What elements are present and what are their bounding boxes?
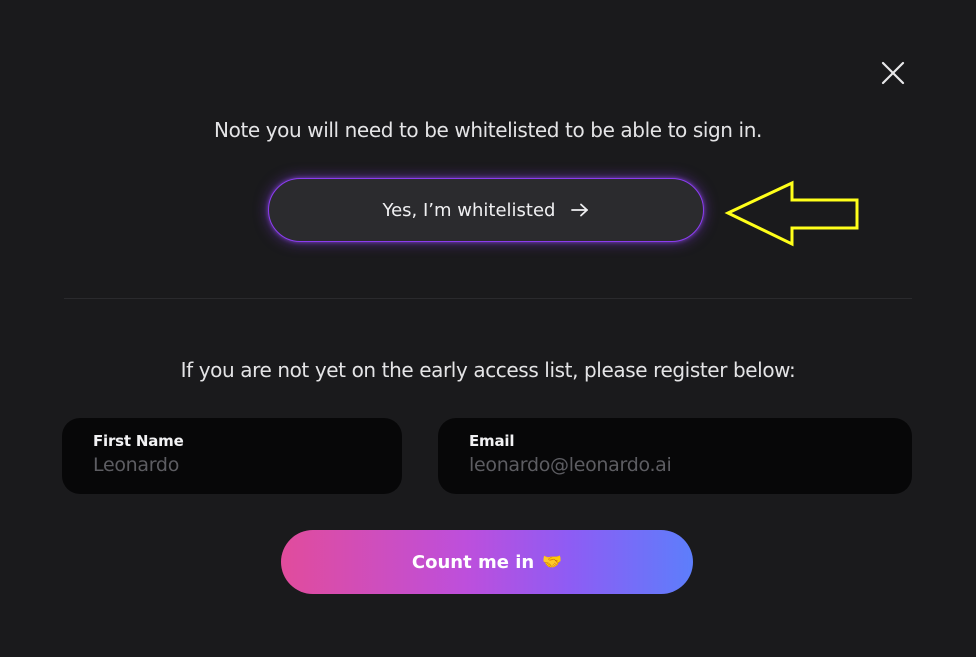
email-input[interactable] [469, 454, 882, 476]
annotation-arrow-icon [724, 180, 862, 248]
first-name-label: First Name [93, 432, 184, 450]
whitelist-note: Note you will need to be whitelisted to … [214, 118, 762, 142]
register-note: If you are not yet on the early access l… [180, 358, 796, 382]
whitelisted-button[interactable]: Yes, I’m whitelisted [268, 178, 704, 242]
whitelisted-button-label: Yes, I’m whitelisted [382, 199, 556, 221]
first-name-input[interactable] [93, 454, 372, 476]
email-field[interactable]: Email [438, 418, 912, 494]
arrow-right-icon [570, 202, 590, 218]
email-label: Email [469, 432, 515, 450]
count-me-in-label: Count me in [411, 551, 535, 573]
close-icon [876, 56, 910, 90]
signin-dialog: Note you will need to be whitelisted to … [0, 0, 976, 657]
close-button[interactable] [876, 56, 910, 90]
first-name-field[interactable]: First Name [62, 418, 402, 494]
handshake-icon: 🤝 [542, 552, 563, 571]
count-me-in-button[interactable]: Count me in 🤝 [281, 530, 693, 594]
section-divider [64, 298, 912, 299]
